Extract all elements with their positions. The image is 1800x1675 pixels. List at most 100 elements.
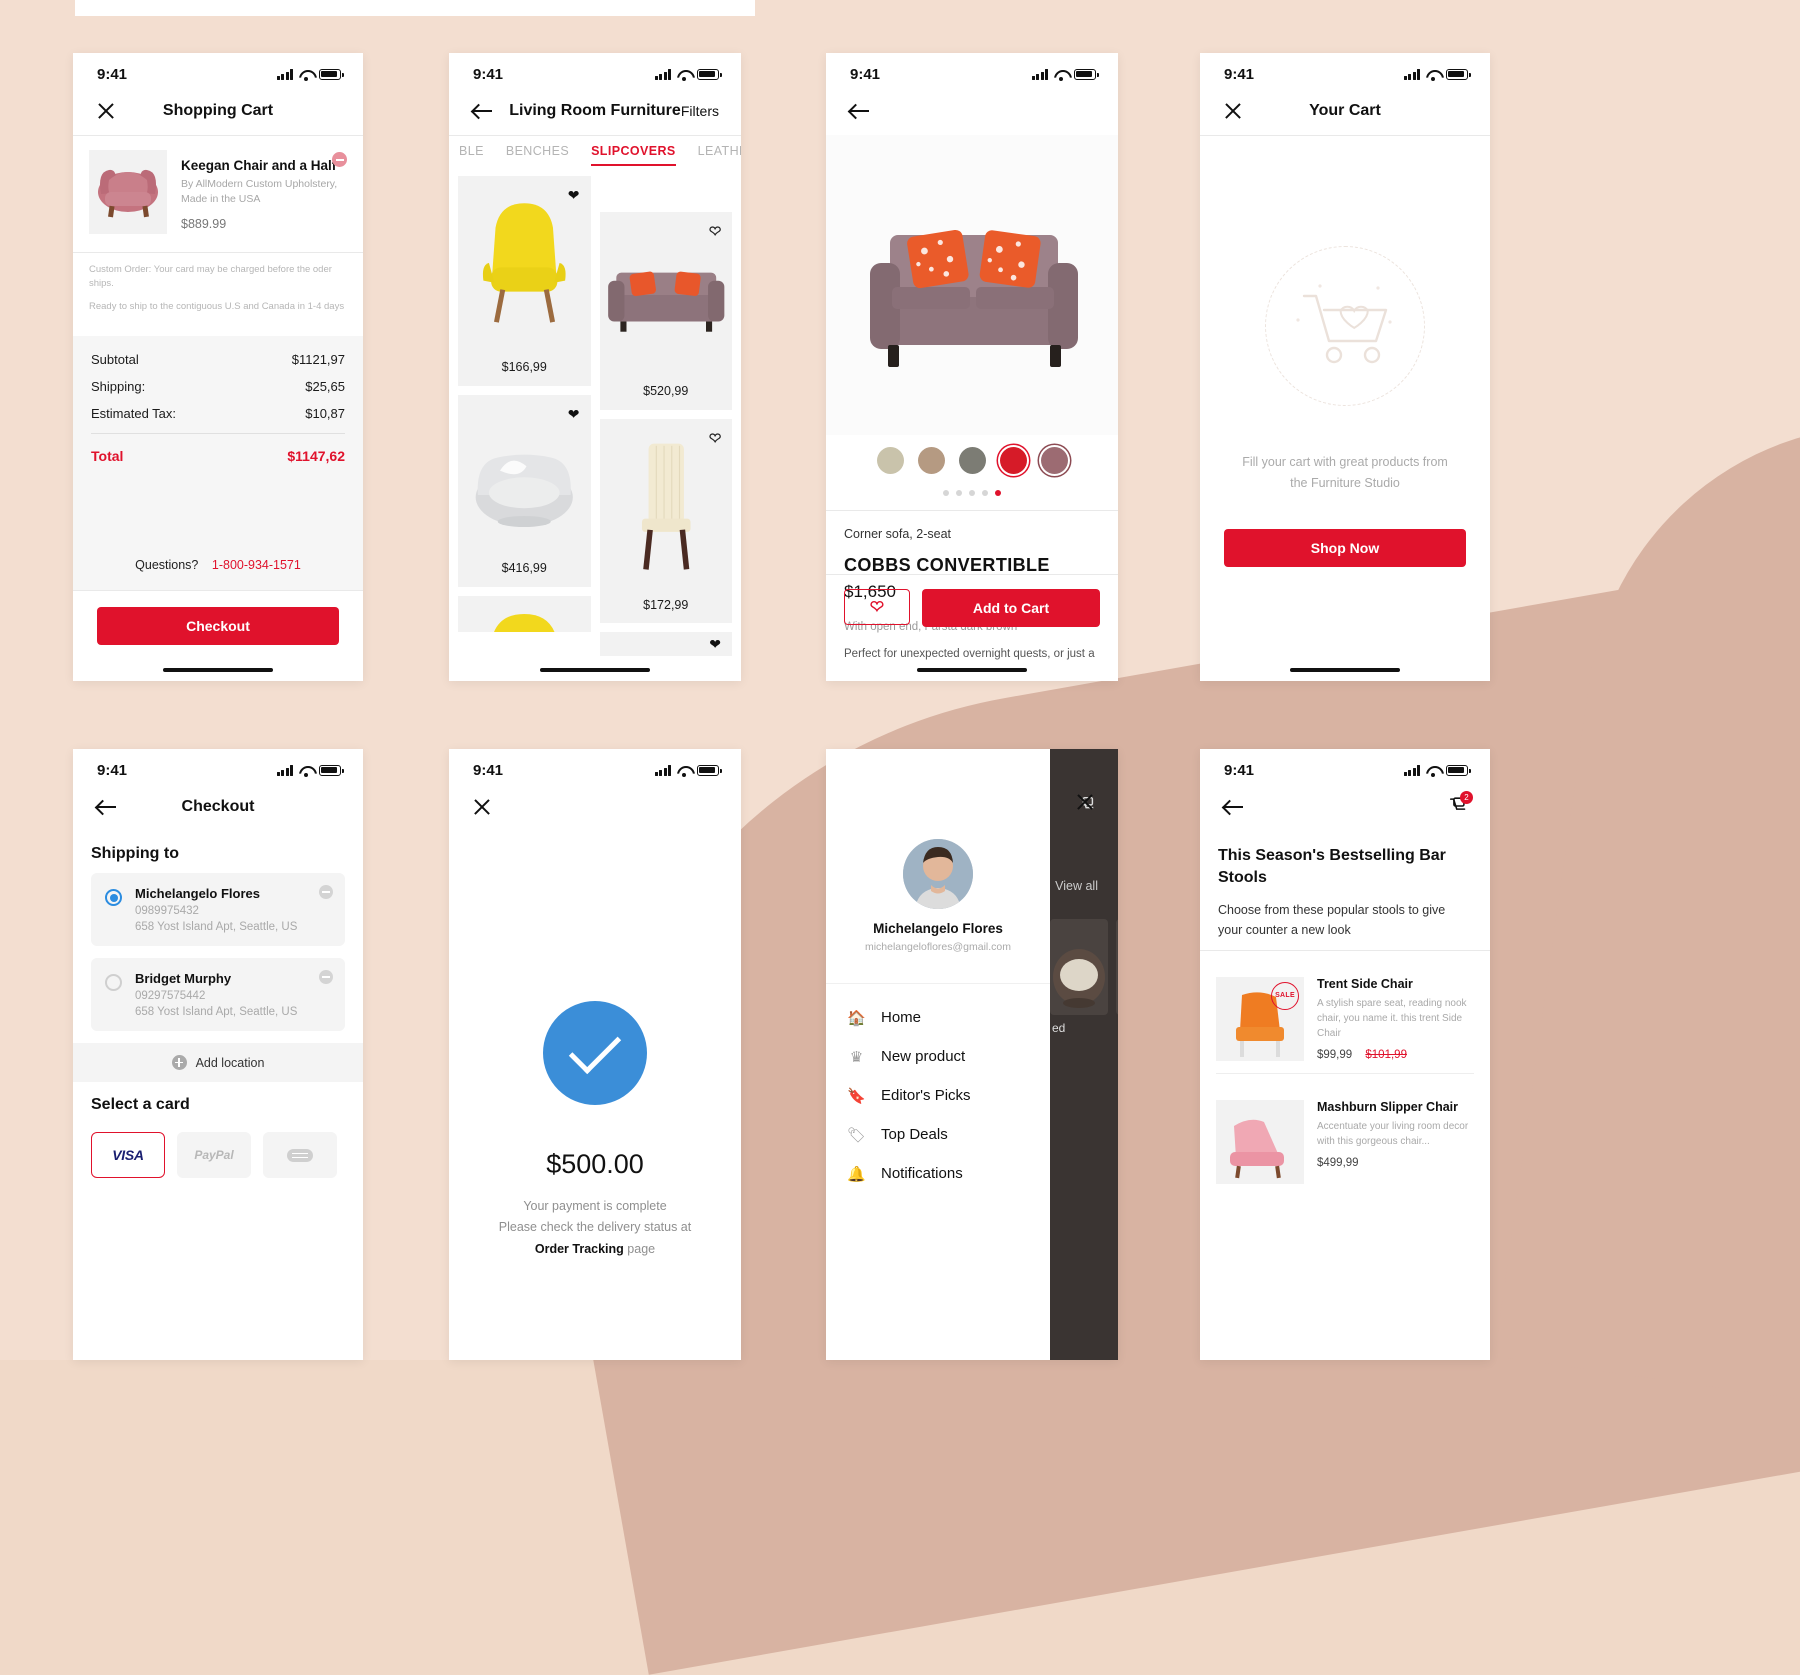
- wifi-icon: [299, 765, 313, 777]
- remove-address-button[interactable]: [319, 970, 333, 984]
- product-hero-image[interactable]: [826, 135, 1118, 435]
- remove-item-button[interactable]: [332, 152, 347, 167]
- visa-label: VISA: [112, 1147, 144, 1163]
- screen-empty-cart: 9:41 Your Cart Fill your cart with great…: [1200, 53, 1490, 681]
- pink-chair-illustration: [98, 169, 158, 218]
- behind-tile-1[interactable]: [1050, 919, 1108, 1015]
- product-row[interactable]: Mashburn Slipper Chair Accentuate your l…: [1216, 1090, 1474, 1196]
- grand-total-label: Total: [91, 447, 124, 464]
- address-card[interactable]: Bridget Murphy 09297575442 658 Yost Isla…: [91, 958, 345, 1031]
- dot-3[interactable]: [982, 490, 988, 496]
- filters-button[interactable]: Filters: [681, 103, 719, 119]
- product-row[interactable]: SALE Trent Side Chair A stylish spare se…: [1216, 967, 1474, 1074]
- tab-leather-furniture[interactable]: LEATHER FURN: [698, 144, 741, 164]
- product-description-2: Perfect for unexpected overnight quests,…: [844, 647, 1095, 660]
- support-phone[interactable]: 1-800-934-1571: [212, 558, 301, 572]
- card-option-visa[interactable]: VISA: [91, 1132, 165, 1178]
- cream-dining-chair-illustration: [641, 443, 691, 570]
- menu-item-new-product[interactable]: ♛ New product: [826, 1037, 1050, 1076]
- card-option-generic[interactable]: [263, 1132, 337, 1178]
- grand-total-row: Total $1147,62: [91, 448, 345, 464]
- address-phone: 0989975432: [135, 905, 199, 917]
- close-icon[interactable]: [1074, 791, 1096, 813]
- total-row: Subtotal $1121,97: [91, 352, 345, 367]
- close-icon[interactable]: [95, 100, 117, 122]
- remove-address-button[interactable]: [319, 885, 333, 899]
- back-arrow-icon[interactable]: [471, 100, 493, 122]
- total-label: Shipping:: [91, 378, 146, 394]
- swatch-2[interactable]: [958, 447, 986, 474]
- color-swatches: [826, 435, 1118, 474]
- product-image: [458, 596, 591, 632]
- close-icon[interactable]: [471, 796, 493, 818]
- back-arrow-icon[interactable]: [1222, 796, 1244, 818]
- cart-line-item[interactable]: Keegan Chair and a Half By AllModern Cus…: [73, 136, 363, 252]
- battery-icon: [1446, 764, 1471, 776]
- product-card-partial[interactable]: ❤: [599, 632, 732, 656]
- pink-slipper-chair-illustration: [1230, 1119, 1284, 1179]
- tab-benches[interactable]: BENCHES: [506, 144, 569, 164]
- card-options: VISA PayPal: [73, 1124, 363, 1178]
- shipping-heading: Shipping to: [91, 845, 179, 862]
- menu-item-notifications[interactable]: 🔔 Notifications: [826, 1154, 1050, 1193]
- cart-with-heart-icon: [1296, 284, 1392, 364]
- address-radio-selected[interactable]: [105, 889, 122, 906]
- page-subheading: Choose from these popular stools to give…: [1218, 902, 1446, 937]
- menu-label: Editor's Picks: [881, 1087, 971, 1104]
- product-image: [600, 212, 733, 376]
- back-arrow-icon[interactable]: [95, 796, 117, 818]
- product-thumbnail: SALE: [1216, 976, 1304, 1061]
- background-top-strip: [75, 0, 755, 16]
- tab-ble[interactable]: BLE: [459, 144, 484, 164]
- close-icon[interactable]: [1222, 100, 1244, 122]
- behind-tile-2[interactable]: [1116, 919, 1118, 1015]
- shop-now-button[interactable]: Shop Now: [1224, 528, 1466, 567]
- cart-button[interactable]: 2: [1448, 790, 1473, 820]
- product-card[interactable]: ❤ $166,99: [458, 176, 591, 386]
- product-column-right: ❤ $520,99 ❤ $172,99 ❤: [599, 212, 733, 656]
- address-card-selected[interactable]: Michelangelo Flores 0989975432 658 Yost …: [91, 873, 345, 946]
- swatch-4-selected[interactable]: [1040, 447, 1068, 474]
- favorite-icon[interactable]: ❤: [709, 636, 721, 653]
- questions-row: Questions? 1-800-934-1571: [91, 544, 345, 578]
- add-location-button[interactable]: Add location: [73, 1043, 363, 1082]
- battery-icon: [1446, 68, 1471, 80]
- dot-2[interactable]: [969, 490, 975, 496]
- address-radio[interactable]: [105, 974, 122, 991]
- product-card[interactable]: ❤ $172,99: [599, 419, 732, 623]
- view-all-link[interactable]: View all: [1055, 879, 1098, 893]
- total-value: $1121,97: [291, 351, 345, 367]
- tab-slipcovers[interactable]: SLIPCOVERS: [591, 144, 676, 166]
- screen-menu-drawer: View all ed Offi 35 a: [826, 749, 1118, 1360]
- product-card[interactable]: ❤ $416,99: [458, 395, 591, 587]
- bookmark-icon: 🔖: [847, 1087, 866, 1105]
- total-row: Estimated Tax: $10,87: [91, 406, 345, 421]
- card-option-paypal[interactable]: PayPal: [177, 1132, 251, 1178]
- avatar[interactable]: [903, 839, 973, 909]
- favorite-button[interactable]: ❤: [844, 589, 910, 625]
- menu-item-editors-picks[interactable]: 🔖 Editor's Picks: [826, 1076, 1050, 1115]
- add-to-cart-button[interactable]: Add to Cart: [922, 589, 1100, 627]
- questions-label: Questions?: [135, 557, 199, 572]
- checkout-button[interactable]: Checkout: [97, 606, 339, 645]
- menu-item-top-deals[interactable]: 🏷 Top Deals: [826, 1115, 1050, 1154]
- swatch-0[interactable]: [876, 447, 904, 474]
- round-chair-illustration: [1116, 919, 1118, 1015]
- address-street: 658 Yost Island Apt, Seattle, US: [135, 921, 298, 933]
- signal-icon: [654, 764, 671, 776]
- product-card-partial[interactable]: [458, 596, 591, 632]
- back-arrow-icon[interactable]: [848, 100, 870, 122]
- menu-item-home[interactable]: 🏠 Home: [826, 998, 1050, 1037]
- status-icons: [276, 68, 344, 81]
- success-state: $500.00 Your payment is complete Please …: [449, 831, 741, 1260]
- order-tracking-link[interactable]: Order Tracking: [535, 1242, 624, 1256]
- dot-0[interactable]: [943, 490, 949, 496]
- swatch-1[interactable]: [917, 447, 945, 474]
- status-bar: 9:41: [449, 749, 741, 783]
- wifi-icon: [1426, 765, 1440, 777]
- swatch-3[interactable]: [999, 447, 1027, 474]
- bell-icon: 🔔: [847, 1165, 866, 1183]
- product-card[interactable]: ❤ $520,99: [599, 212, 733, 410]
- dot-1[interactable]: [956, 490, 962, 496]
- dot-4-active[interactable]: [995, 490, 1001, 496]
